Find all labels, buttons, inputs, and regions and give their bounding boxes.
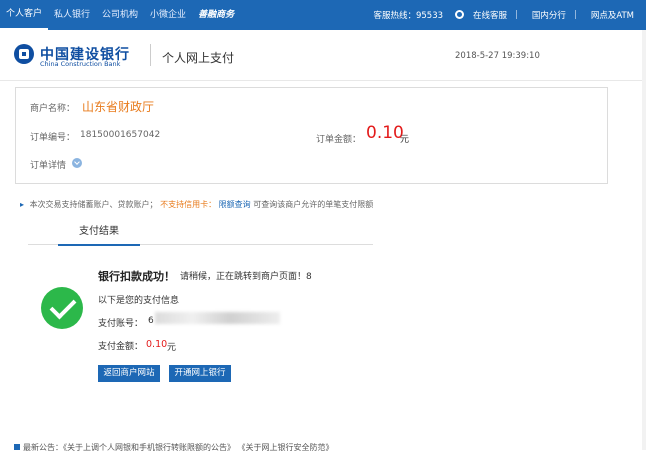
order-detail-label[interactable]: 订单详情 [30, 158, 66, 171]
arrow-icon: ▸ [20, 200, 25, 209]
header-divider [150, 44, 151, 66]
outlets-link[interactable]: 网点及ATM [591, 9, 634, 21]
nav-private-banking[interactable]: 私人银行 [48, 0, 96, 30]
limit-query-link[interactable]: 限额查询 [219, 200, 251, 209]
separator: | [515, 10, 518, 20]
result-subtitle: 请稍候，正在跳转到商户页面！8 [180, 272, 312, 282]
pay-amount-label: 支付金额： [98, 342, 144, 352]
payment-notice: ▸ 本次交易支持储蓄账户、贷款账户； 不支持信用卡： 限额查询 可查询该商户允许… [20, 199, 373, 210]
pay-currency: 元 [167, 343, 177, 353]
info-title: 以下是您的支付信息 [98, 296, 180, 306]
top-right-links: 客服热线：95533 在线客服 | 国内分行 | 网点及ATM [367, 0, 634, 30]
order-no: 18150001657042 [80, 130, 161, 140]
back-to-merchant-button[interactable]: 返回商户网站 [98, 365, 160, 382]
speaker-icon [14, 444, 20, 450]
announcement-text[interactable]: 最新公告：《关于上调个人网银和手机银行转账限额的公告》 《关于网上银行安全防范》 [23, 443, 334, 452]
branch-link[interactable]: 国内分行 [532, 9, 566, 21]
nav-promo[interactable]: 善融商务 [192, 0, 240, 30]
online-service-label: 在线客服 [473, 11, 508, 21]
pay-amount: 0.10 [146, 339, 168, 350]
header-datetime: 2018-5-27 19:39:10 [455, 51, 540, 61]
order-amount: 0.10 [366, 123, 404, 143]
announcement-bar: 最新公告：《关于上调个人网银和手机银行转账限额的公告》 《关于网上银行安全防范》 [14, 442, 334, 453]
open-online-banking-button[interactable]: 开通网上银行 [169, 365, 231, 382]
account-redacted [155, 312, 280, 324]
ccb-logo-icon [14, 44, 34, 64]
tab-payment-result[interactable]: 支付结果 [58, 222, 140, 246]
headset-icon [455, 10, 465, 19]
separator: | [573, 10, 577, 20]
merchant-name-label: 商户名称： [30, 104, 76, 114]
order-no-label: 订单编号： [30, 133, 76, 143]
notice-suffix: 可查询该商户允许的单笔支付限额 [253, 200, 374, 209]
chevron-down-icon[interactable] [72, 158, 82, 168]
account-label: 支付账号： [98, 319, 144, 329]
top-nav: 个人客户 私人银行 公司机构 小微企业 善融商务 [0, 0, 240, 30]
merchant-info-box: 商户名称： 山东省财政厅 订单编号： 18150001657042 订单金额： … [15, 87, 608, 184]
nav-corporate[interactable]: 公司机构 [96, 0, 144, 30]
online-service-link[interactable]: 在线客服 [449, 9, 507, 21]
logo-english: China Construction Bank [40, 60, 121, 68]
nav-personal[interactable]: 个人客户 [0, 0, 49, 30]
order-currency: 元 [400, 135, 410, 145]
nav-small-business[interactable]: 小微企业 [144, 0, 192, 30]
order-amount-label: 订单金额： [316, 135, 362, 145]
result-title: 银行扣款成功！ [98, 270, 175, 283]
success-check-icon [41, 287, 83, 329]
account-prefix: 6 [148, 316, 154, 326]
notice-prefix: 本次交易支持储蓄账户、贷款账户； [29, 200, 158, 209]
hotline-text: 客服热线：95533 [373, 11, 444, 21]
vertical-scrollbar[interactable] [642, 30, 646, 450]
notice-warning: 不支持信用卡： [160, 200, 217, 209]
top-nav-bar: 个人客户 私人银行 公司机构 小微企业 善融商务 客服热线：95533 在线客服… [0, 0, 646, 30]
merchant-name: 山东省财政厅 [82, 100, 155, 114]
page-title: 个人网上支付 [162, 51, 235, 65]
